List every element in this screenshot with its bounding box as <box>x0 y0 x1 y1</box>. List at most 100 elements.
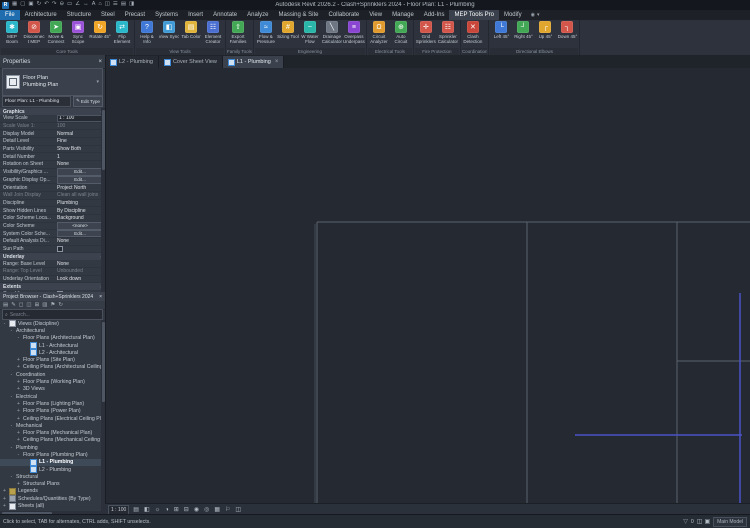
tree-expander-icon[interactable]: - <box>2 321 7 327</box>
ribbon-button-overpass-underpass[interactable]: ≡Overpass Underpass <box>343 21 365 45</box>
ribbon-button-sizing-tool[interactable]: #Sizing Tool <box>277 21 299 45</box>
view-tab-l2-plumbing[interactable]: L2 - Plumbing <box>105 56 159 68</box>
status-icon-1[interactable]: ◫ <box>697 519 703 525</box>
qat-icon-4[interactable]: ↻ <box>37 2 42 8</box>
qat-icon-13[interactable]: ◫ <box>105 2 110 8</box>
browser-toolbar-icon-1[interactable]: ▤ <box>3 302 8 308</box>
qat-icon-6[interactable]: ↷ <box>52 2 57 8</box>
ribbon-button-left-45[interactable]: └Left 45° <box>490 21 512 45</box>
qat-icon-2[interactable]: ▢ <box>20 2 25 8</box>
tree-item-views-discipline[interactable]: -Views (Discipline) <box>0 320 101 327</box>
ribbon-tab-annotate[interactable]: Annotate <box>208 10 242 20</box>
ribbon-button-right-45[interactable]: ┘Right 45° <box>512 21 534 45</box>
edit-type-button[interactable]: ✎ Edit Type <box>73 96 103 107</box>
ribbon-button-drainage-calculator[interactable]: ╲Drainage Calculator <box>321 21 343 45</box>
ribbon-tab-steel[interactable]: Steel <box>96 10 120 20</box>
sun-path-icon[interactable]: ☼ <box>155 507 161 513</box>
tree-item-l1-architectural[interactable]: L1 - Architectural <box>0 342 101 349</box>
property-value[interactable]: 1 : 100 <box>57 115 103 123</box>
tree-item-ceiling-plans-mechanical-ceiling-plan[interactable]: +Ceiling Plans (Mechanical Ceiling Plan <box>0 437 101 444</box>
qat-icon-3[interactable]: ▣ <box>28 2 33 8</box>
tree-item-l2-architectural[interactable]: L2 - Architectural <box>0 349 101 356</box>
tree-expander-icon[interactable]: + <box>2 488 7 494</box>
qat-icon-10[interactable]: ↔ <box>83 2 89 8</box>
tree-item-structural[interactable]: -Structural <box>0 473 101 480</box>
drawing-canvas[interactable] <box>105 68 750 503</box>
tree-item-floor-plans-plumbing-plan[interactable]: -Floor Plans (Plumbing Plan) <box>0 451 101 458</box>
tree-item-l1-plumbing[interactable]: L1 - Plumbing <box>0 459 101 466</box>
ribbon-button-disconnect-mep[interactable]: ⊘Disconnect MEP <box>23 21 45 45</box>
ribbon-button-down-45[interactable]: ┐Down 45° <box>556 21 578 45</box>
ribbon-button-grid-sprinklers[interactable]: ✛Grid Sprinklers <box>415 21 437 45</box>
tree-expander-icon[interactable]: + <box>16 408 21 414</box>
project-browser-close-icon[interactable]: × <box>99 294 102 300</box>
ribbon-button-sprinkler-calculator[interactable]: ☷Sprinkler Calculator <box>437 21 459 45</box>
browser-toolbar-icon-4[interactable]: ◫ <box>26 302 31 308</box>
ribbon-tab-architecture[interactable]: Architecture <box>20 10 62 20</box>
ribbon-button-up-45[interactable]: ┌Up 45° <box>534 21 556 45</box>
tree-expander-icon[interactable]: + <box>16 357 21 363</box>
ribbon-tab-analyze[interactable]: Analyze <box>242 10 273 20</box>
worksharing-icon[interactable]: ◫ <box>235 507 241 513</box>
browser-scrollbar[interactable] <box>101 320 105 511</box>
type-selector[interactable]: Floor Plan Plumbing Plan ▾ <box>2 68 103 96</box>
shadows-icon[interactable]: ◑ <box>165 507 169 513</box>
tree-item-ceiling-plans-electrical-ceiling-plan[interactable]: +Ceiling Plans (Electrical Ceiling Plan) <box>0 415 101 422</box>
tree-expander-icon[interactable]: + <box>16 401 21 407</box>
browser-toolbar-icon-8[interactable]: ↻ <box>58 302 63 308</box>
properties-scrollbar[interactable] <box>101 108 105 292</box>
tree-item-legends[interactable]: +Legends <box>0 488 101 495</box>
instance-selector[interactable]: Floor Plan: L1 - Plumbing <box>2 96 71 107</box>
ribbon-button-clash-detection[interactable]: ✕Clash Detection <box>462 21 484 45</box>
tree-item-mechanical[interactable]: -Mechanical <box>0 422 101 429</box>
tree-expander-icon[interactable]: + <box>2 496 7 502</box>
tree-expander-icon[interactable]: - <box>9 394 14 400</box>
status-icon-2[interactable]: ▣ <box>704 519 710 525</box>
tree-item-floor-plans-architectural-plan[interactable]: -Floor Plans (Architectural Plan) <box>0 335 101 342</box>
tree-item-plumbing[interactable]: -Plumbing <box>0 444 101 451</box>
qat-icon-8[interactable]: ▭ <box>67 2 72 8</box>
ribbon-tab-massing-site[interactable]: Massing & Site <box>273 10 323 20</box>
ribbon-tab-precast[interactable]: Precast <box>120 10 150 20</box>
ribbon-tab-view[interactable]: View <box>364 10 387 20</box>
temporary-hide-icon[interactable]: ◉ <box>194 507 199 513</box>
tree-expander-icon[interactable]: - <box>9 328 14 334</box>
property-value[interactable]: Edit... <box>57 176 103 184</box>
close-icon[interactable]: × <box>275 59 279 65</box>
ribbon-button-rotate-45[interactable]: ↻Rotate 45° <box>89 21 111 45</box>
ribbon-button-flip-element[interactable]: ⇄Flip Element <box>111 21 133 45</box>
tree-expander-icon[interactable]: + <box>16 481 21 487</box>
ribbon-button-element-creator[interactable]: ☷Element Creator <box>202 21 224 45</box>
qat-icon-1[interactable]: ▦ <box>12 2 17 8</box>
tree-expander-icon[interactable]: + <box>16 386 21 392</box>
temporary-view-icon[interactable]: ▦ <box>214 507 220 513</box>
tree-expander-icon[interactable]: - <box>9 474 14 480</box>
tree-item-floor-plans-mechanical-plan[interactable]: +Floor Plans (Mechanical Plan) <box>0 429 101 436</box>
qat-icon-16[interactable]: ◨ <box>129 2 134 8</box>
tree-expander-icon[interactable]: - <box>16 335 21 341</box>
show-crop-icon[interactable]: ⊟ <box>184 507 189 513</box>
browser-toolbar-icon-6[interactable]: ▥ <box>42 302 47 308</box>
tree-expander-icon[interactable]: + <box>16 379 21 385</box>
qat-icon-15[interactable]: ▤ <box>121 2 126 8</box>
qat-icon-5[interactable]: ↶ <box>44 2 49 8</box>
reveal-hidden-icon[interactable]: ◎ <box>204 507 209 513</box>
filter-icon[interactable]: ▽ <box>683 518 688 525</box>
ribbon-extra-icon-2[interactable]: ▾ <box>537 12 540 18</box>
tree-item-floor-plans-lighting-plan[interactable]: +Floor Plans (Lighting Plan) <box>0 400 101 407</box>
ribbon-button-move-connect[interactable]: ➤Move & Connect <box>45 21 67 45</box>
ribbon-button-view-sync[interactable]: ◧View Sync <box>158 21 180 45</box>
ribbon-extra-icon-1[interactable]: ◉ <box>531 12 535 18</box>
detail-level-icon[interactable]: ▤ <box>133 507 139 513</box>
browser-search-box[interactable]: ⌕ <box>2 309 103 320</box>
property-checkbox[interactable] <box>57 246 63 252</box>
tree-expander-icon[interactable]: - <box>9 445 14 451</box>
qat-icon-9[interactable]: ∠ <box>75 2 80 8</box>
ribbon-tab-collaborate[interactable]: Collaborate <box>324 10 365 20</box>
section-header-underlay[interactable]: Underlay▪ <box>0 253 105 260</box>
qat-icon-12[interactable]: ⌂ <box>98 2 101 8</box>
tree-item-structural-plans[interactable]: +Structural Plans <box>0 481 101 488</box>
ribbon-button-sync-scope-boxes[interactable]: ▣Sync Scope Boxes <box>67 21 89 45</box>
analytical-model-icon[interactable]: ⚐ <box>225 507 230 513</box>
qat-icon-14[interactable]: ☰ <box>113 2 118 8</box>
